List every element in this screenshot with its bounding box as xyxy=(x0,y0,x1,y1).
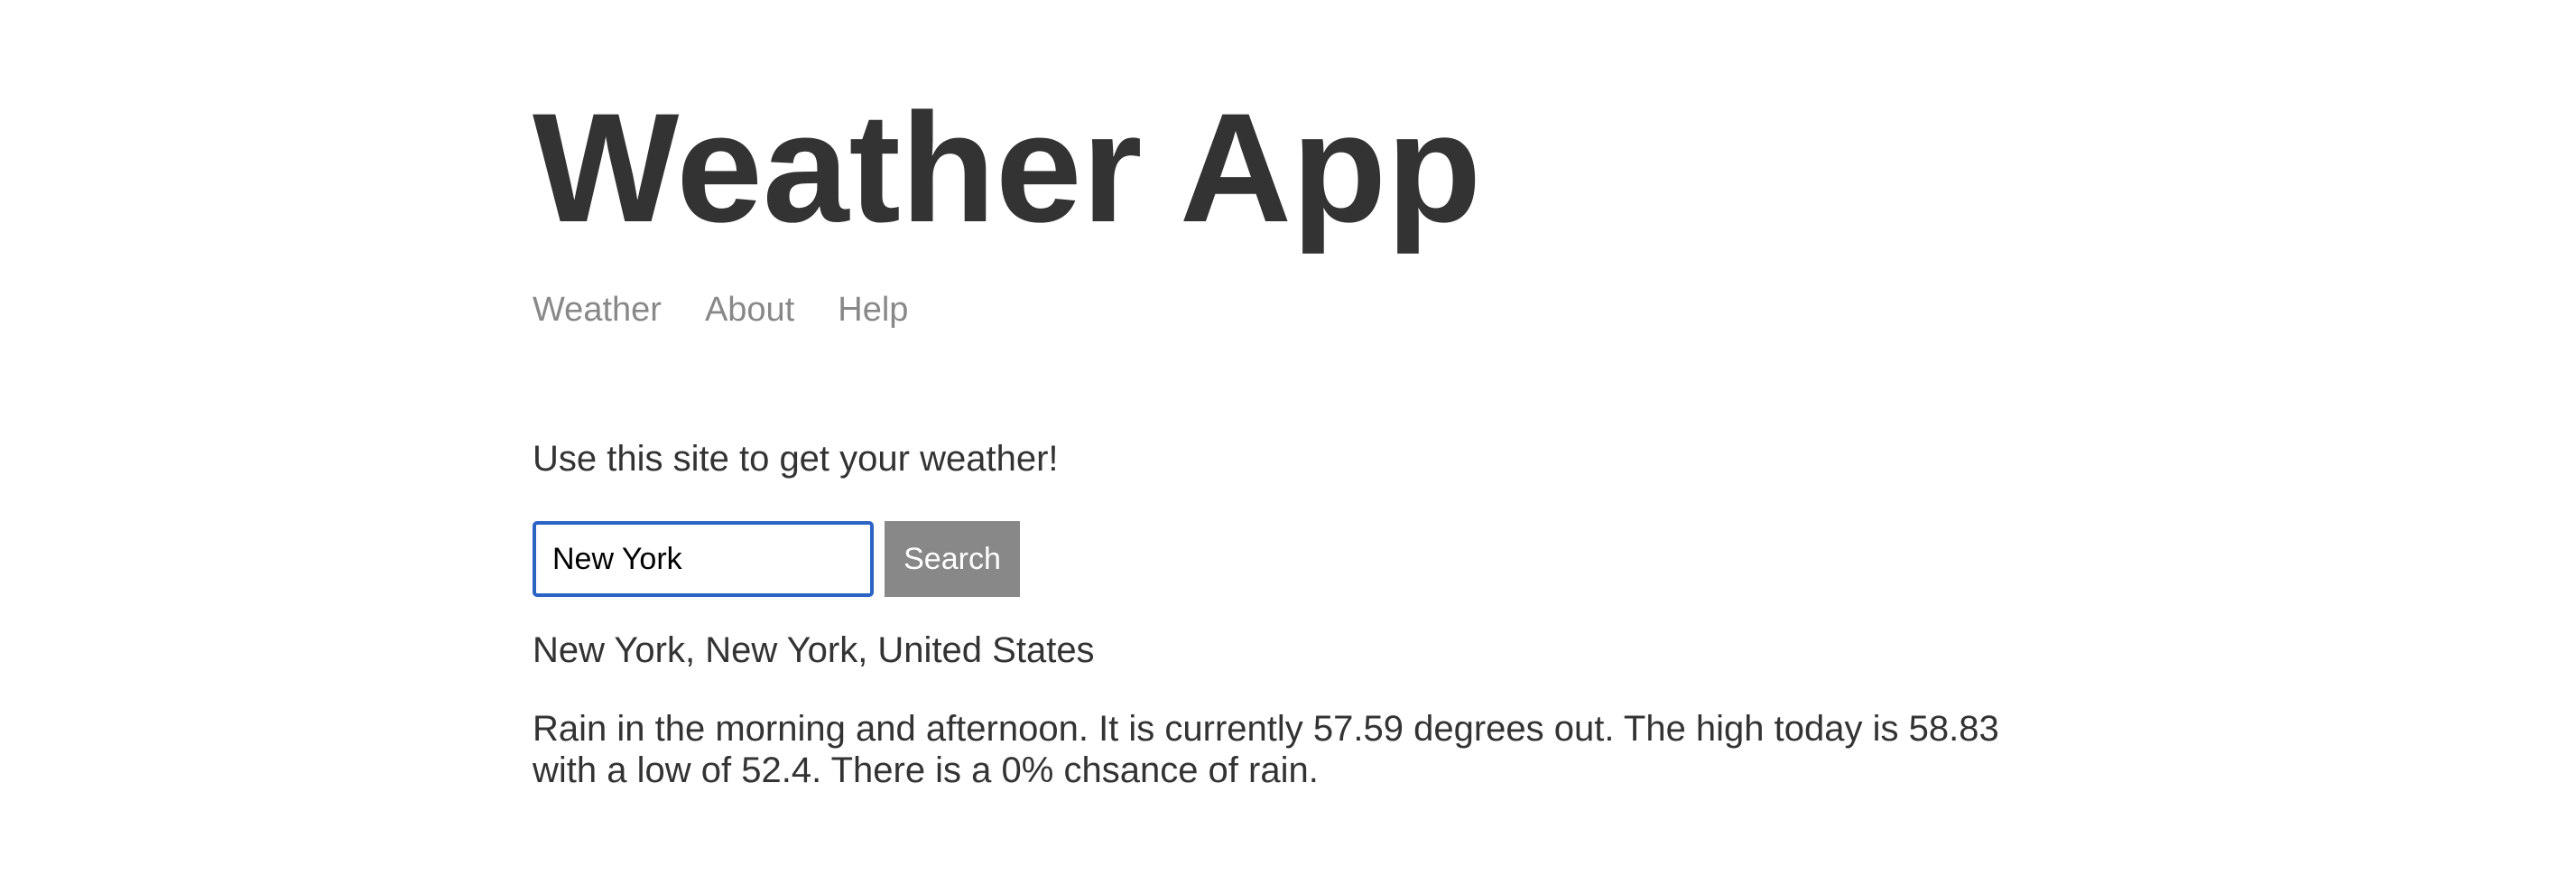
search-form: Search xyxy=(533,521,1020,597)
nav-link-help[interactable]: Help xyxy=(838,291,908,330)
nav-link-weather[interactable]: Weather xyxy=(533,291,662,330)
location-result: New York, New York, United States xyxy=(533,630,1095,670)
search-button[interactable]: Search xyxy=(885,521,1020,597)
page-title: Weather App xyxy=(533,81,1482,255)
nav-link-about[interactable]: About xyxy=(705,291,794,330)
main-nav: Weather About Help xyxy=(533,291,908,330)
forecast-result: Rain in the morning and afternoon. It is… xyxy=(533,709,1999,790)
intro-text: Use this site to get your weather! xyxy=(533,439,1059,479)
location-search-input[interactable] xyxy=(533,521,874,597)
